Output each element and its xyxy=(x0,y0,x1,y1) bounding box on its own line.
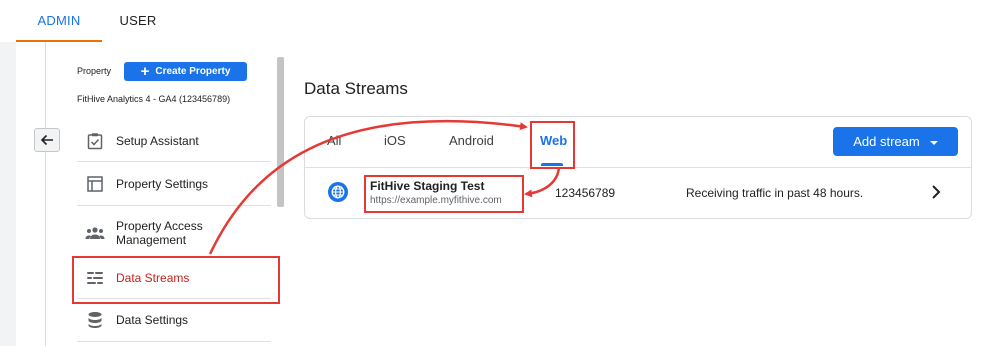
stream-id: 123456789 xyxy=(555,186,616,200)
tab-admin[interactable]: ADMIN xyxy=(16,0,102,42)
create-property-button[interactable]: + Create Property xyxy=(124,62,247,81)
database-icon xyxy=(85,310,105,330)
back-button[interactable] xyxy=(34,128,60,152)
tab-ios[interactable]: iOS xyxy=(384,133,406,148)
nav-divider xyxy=(77,341,271,342)
sidebar-item-label: Property Access Management xyxy=(116,219,203,247)
create-property-label: Create Property xyxy=(155,66,231,77)
sidebar-item-data-settings[interactable]: Data Settings xyxy=(77,310,271,330)
sidebar-item-label: Property Settings xyxy=(116,177,209,191)
sidebar-item-property-settings[interactable]: Property Settings xyxy=(77,174,271,194)
sidebar-item-setup-assistant[interactable]: Setup Assistant xyxy=(77,131,271,151)
page-title: Data Streams xyxy=(304,79,408,98)
tab-all[interactable]: All xyxy=(327,133,341,148)
sidebar-divider xyxy=(45,42,46,346)
chevron-right-icon xyxy=(932,185,941,199)
arrow-left-icon xyxy=(40,134,53,146)
stream-status: Receiving traffic in past 48 hours. xyxy=(686,186,864,200)
highlight-data-streams xyxy=(72,256,280,304)
dropdown-caret-icon xyxy=(929,140,938,145)
nav-divider xyxy=(77,161,271,162)
property-label: Property xyxy=(77,66,112,76)
highlight-web-tab xyxy=(530,121,575,169)
sidebar-item-property-access-management[interactable]: Property Access Management xyxy=(77,218,271,248)
tab-android[interactable]: Android xyxy=(449,133,494,148)
top-tab-bar: ADMIN USER xyxy=(0,0,984,42)
nav-divider xyxy=(77,205,271,206)
add-stream-label: Add stream xyxy=(853,134,920,149)
people-icon xyxy=(85,223,105,243)
sidebar-item-label: Data Settings xyxy=(116,313,189,327)
checklist-icon xyxy=(85,131,105,151)
property-selector[interactable]: FitHive Analytics 4 - GA4 (123456789) xyxy=(77,94,230,104)
add-stream-button[interactable]: Add stream xyxy=(833,127,958,156)
tab-user[interactable]: USER xyxy=(108,0,168,42)
plus-icon: + xyxy=(140,62,150,80)
layout-icon xyxy=(85,174,105,194)
globe-icon xyxy=(328,182,348,202)
sidebar-item-label: Setup Assistant xyxy=(116,134,199,148)
highlight-stream xyxy=(364,175,524,213)
sidebar-scrollbar[interactable] xyxy=(277,57,284,207)
